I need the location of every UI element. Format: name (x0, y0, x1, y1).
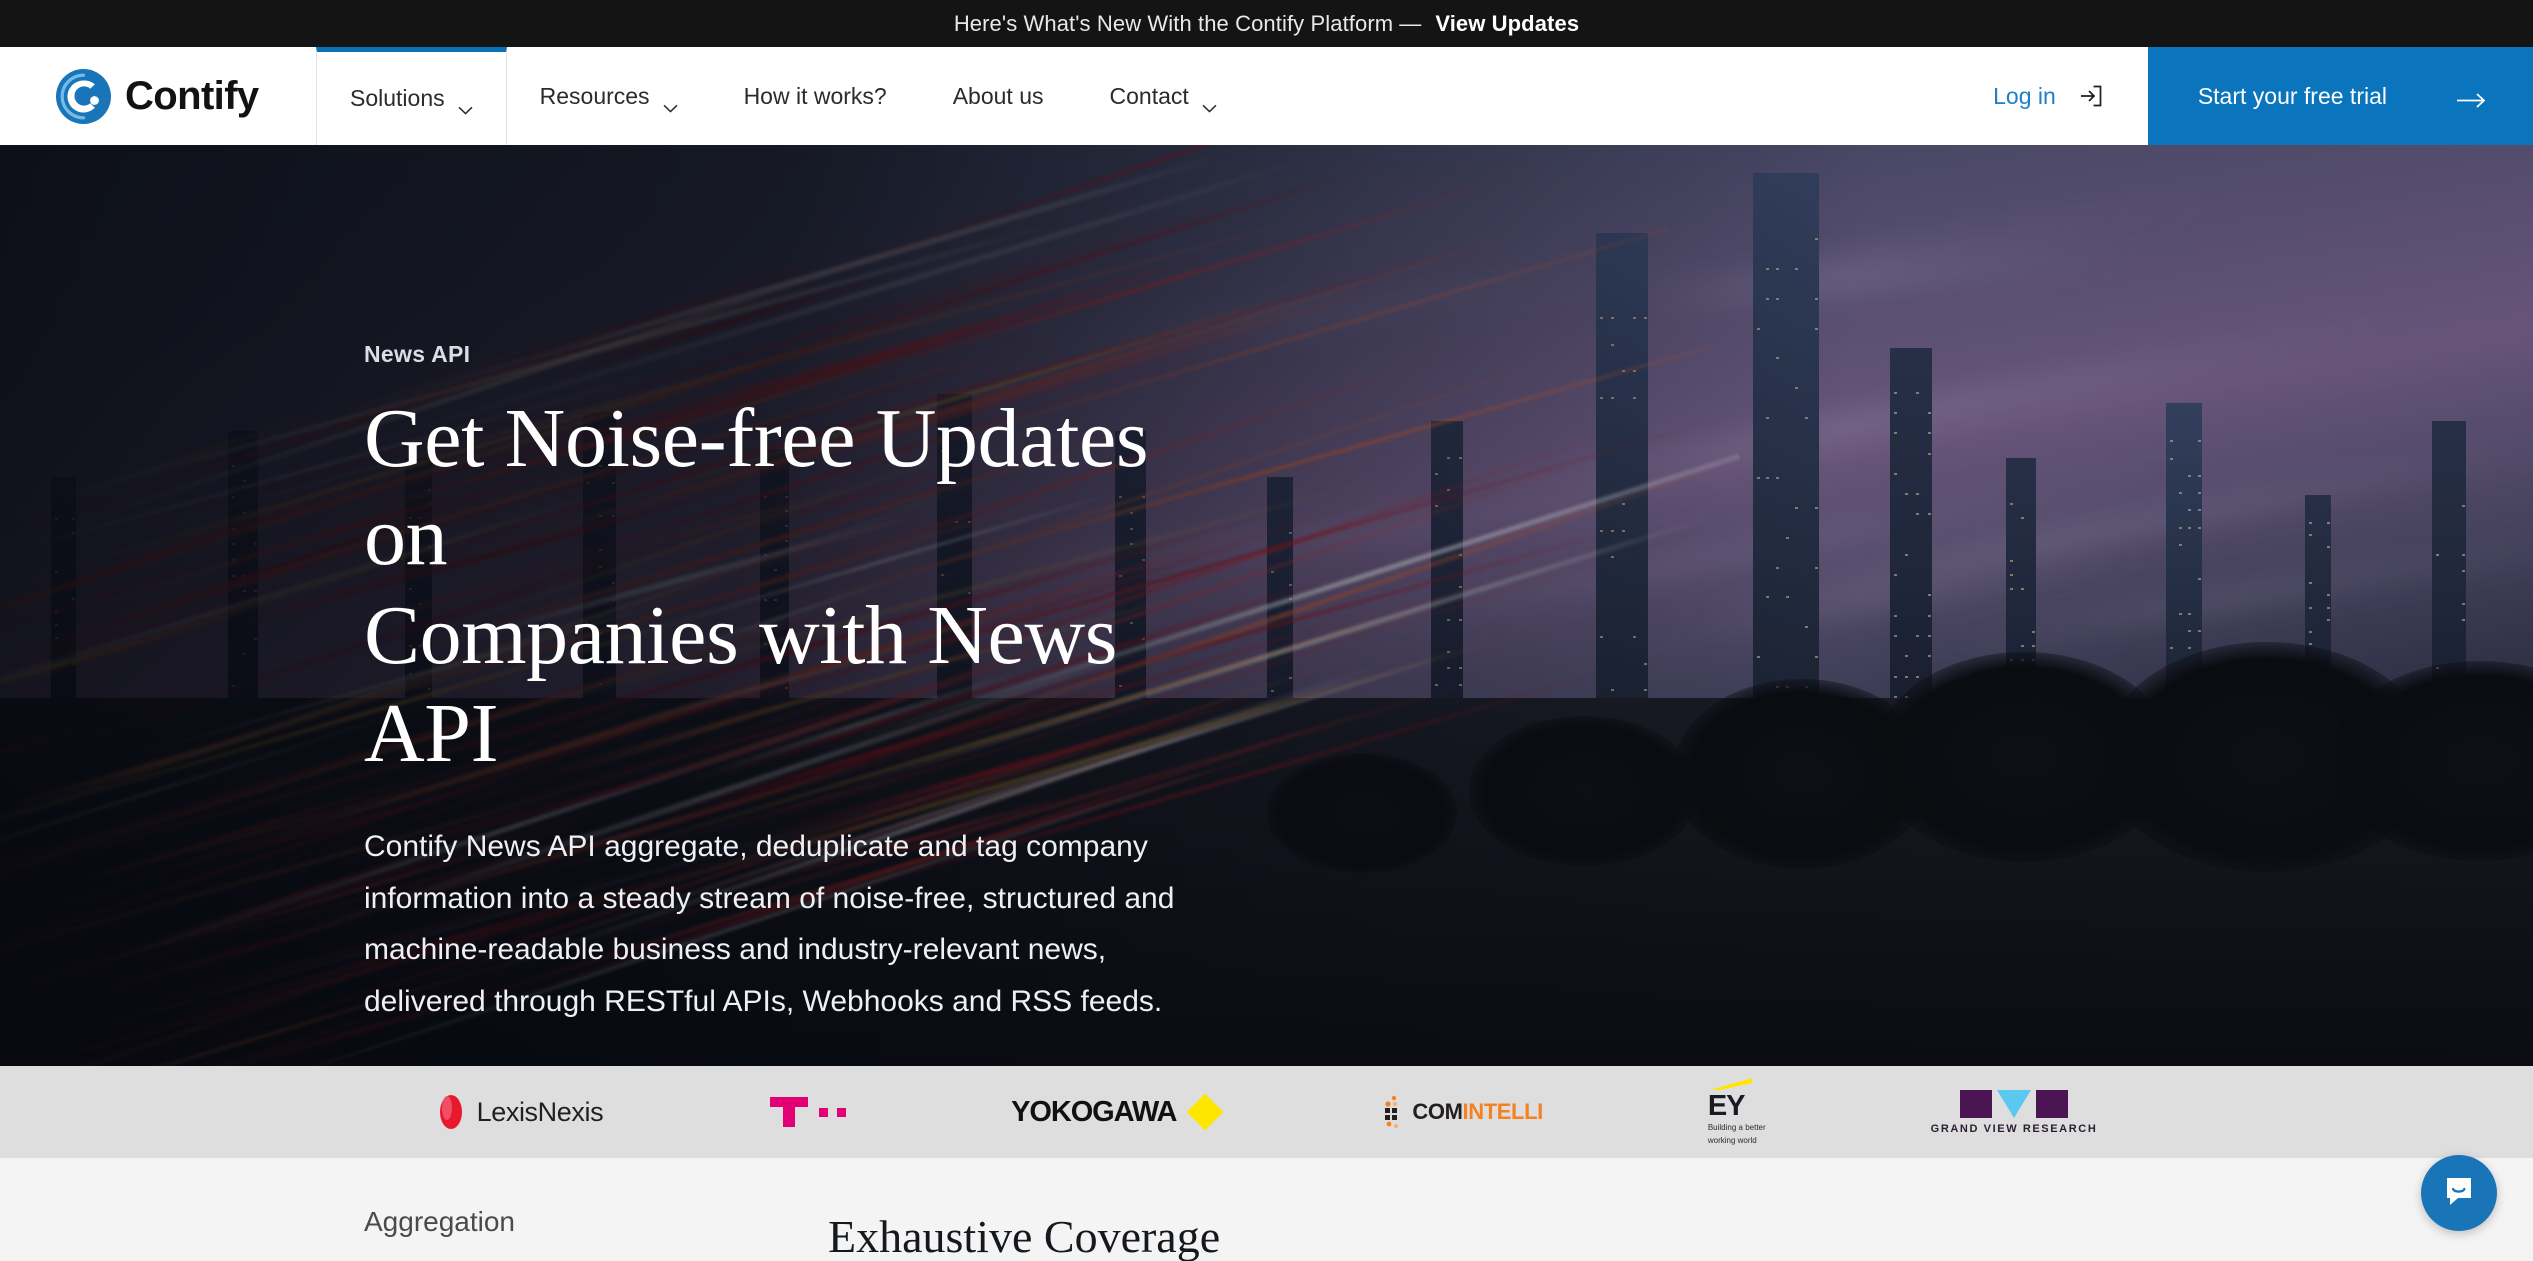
login-label: Log in (1993, 83, 2056, 110)
hero-eyebrow: News API (364, 341, 1200, 368)
ey-logo-icon[interactable]: EY Building a better working world (1708, 1082, 1766, 1142)
comintelli-label-intelli: INTELLI (1463, 1099, 1543, 1124)
nav-trial-label: Start your free trial (2198, 83, 2387, 110)
chevron-down-icon (663, 92, 678, 101)
grand-view-research-logo-icon[interactable]: GRAND VIEW RESEARCH (1931, 1082, 2098, 1142)
view-updates-link[interactable]: View Updates (1435, 11, 1579, 37)
lexisnexis-logo-icon[interactable]: LexisNexis (436, 1082, 604, 1142)
nav-item-label: How it works? (744, 83, 887, 110)
gvr-block-g (1960, 1090, 1992, 1118)
nav-item-label: Solutions (350, 85, 445, 112)
announcement-bar: Here's What's New With the Contify Platf… (0, 0, 2533, 47)
hero-paragraph: Contify News API aggregate, deduplicate … (364, 821, 1200, 1027)
nav-item-label: Resources (540, 83, 650, 110)
hero-section: News API Get Noise-free Updates on Compa… (0, 145, 2533, 1066)
nav-item-how-it-works[interactable]: How it works? (711, 47, 920, 145)
hero-content: News API Get Noise-free Updates on Compa… (0, 145, 1200, 1066)
gvr-marks (1960, 1090, 2068, 1118)
section-heading-exhaustive-coverage: Exhaustive Coverage (828, 1210, 1220, 1261)
nav-item-resources[interactable]: Resources (507, 47, 711, 145)
gvr-triangle-v-icon (1997, 1090, 2031, 1118)
nav-start-free-trial-button[interactable]: Start your free trial (2148, 47, 2533, 145)
nav-item-solutions[interactable]: Solutions (316, 47, 507, 145)
nav-item-label: About us (953, 83, 1044, 110)
hero-heading: Get Noise-free Updates on Companies with… (364, 390, 1200, 783)
gvr-label: GRAND VIEW RESEARCH (1931, 1123, 2098, 1135)
announcement-text: Here's What's New With the Contify Platf… (954, 11, 1393, 37)
lexisnexis-mark-icon (436, 1093, 466, 1131)
nav-item-contact[interactable]: Contact (1077, 47, 1250, 145)
t-mobile-mark-icon (768, 1095, 810, 1129)
yokogawa-label: YOKOGAWA (1011, 1096, 1176, 1129)
ey-swoosh-icon (1708, 1078, 1754, 1091)
comintelli-dots-icon (1383, 1095, 1405, 1129)
nav-item-label: Contact (1110, 83, 1189, 110)
ey-label: EY (1708, 1093, 1745, 1121)
hero-heading-line2: Companies with News API (364, 589, 1117, 780)
ey-tagline-line1: Building a better (1708, 1123, 1766, 1133)
below-fold-section: Aggregation Exhaustive Coverage (0, 1158, 2533, 1261)
sign-in-icon (2078, 83, 2104, 109)
gvr-block-r (2036, 1090, 2068, 1118)
arrow-right-icon (2457, 88, 2487, 105)
t-mobile-logo-icon[interactable] (768, 1082, 846, 1142)
login-link[interactable]: Log in (1949, 47, 2148, 145)
main-navigation: Contify Solutions Resources How it works… (0, 47, 2533, 145)
nav-right-actions: Log in Start your free trial (1949, 47, 2533, 145)
chevron-down-icon (1202, 92, 1217, 101)
t-mobile-dot-2 (837, 1108, 846, 1117)
brand-logo-link[interactable]: Contify (0, 47, 316, 145)
ey-tagline-line2: working world (1708, 1136, 1757, 1146)
nav-items: Solutions Resources How it works? About … (316, 47, 1949, 145)
chat-widget-button[interactable] (2421, 1155, 2497, 1231)
brand-name: Contify (125, 74, 259, 119)
announcement-dash: — (1399, 11, 1421, 37)
chat-bubble-icon (2441, 1173, 2477, 1214)
hero-heading-line1: Get Noise-free Updates on (364, 392, 1148, 583)
chevron-down-icon (458, 94, 473, 103)
contify-logo-icon (56, 69, 111, 124)
lexisnexis-label: LexisNexis (477, 1097, 604, 1128)
comintelli-label-com: COM (1412, 1099, 1462, 1124)
yokogawa-logo-icon[interactable]: YOKOGAWA (1011, 1082, 1218, 1142)
yokogawa-diamond-icon (1187, 1094, 1224, 1131)
nav-item-about-us[interactable]: About us (920, 47, 1077, 145)
t-mobile-dot-1 (819, 1108, 828, 1117)
customer-logo-strip: LexisNexis YOKOGAWA (0, 1066, 2533, 1158)
section-label-aggregation: Aggregation (364, 1206, 515, 1238)
comintelli-logo-icon[interactable]: COMINTELLI (1383, 1082, 1542, 1142)
